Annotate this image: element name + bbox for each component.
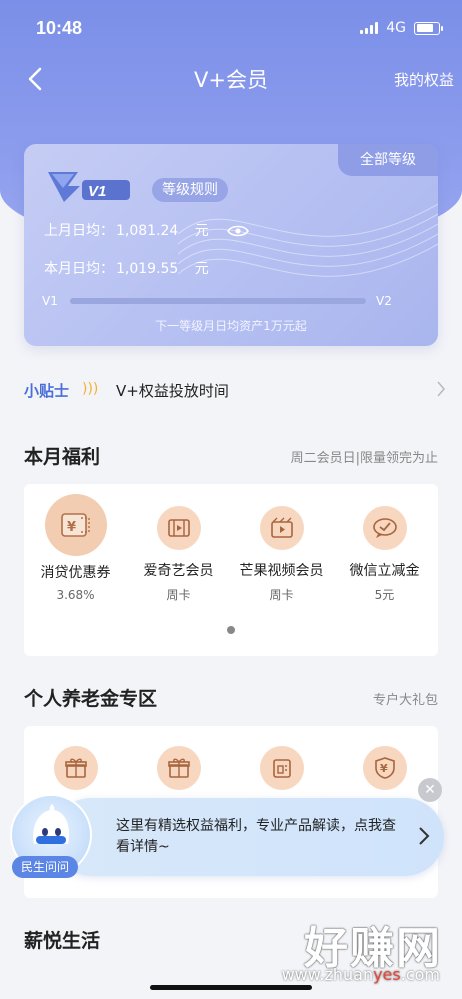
nav-bar: V+会员 我的权益 [0,56,462,104]
status-bar: 10:48 4G [0,0,462,56]
level-progress-bar [70,298,366,304]
v1-level-logo: V1 [48,172,130,202]
sound-wave-icon: ))) [82,381,99,397]
last-month-label: 上月日均： [44,223,114,239]
last-month-unit: 元 [194,223,209,239]
level-rules-button[interactable]: 等级规则 [152,178,228,202]
salary-section-title: 薪悦生活 [24,930,101,952]
watermark-url: www.zhuanyes.com [281,965,440,984]
benefit-item-iqiyi[interactable]: 爱奇艺会员 周卡 [127,506,230,603]
last-month-value: 1,081.24 [116,223,179,239]
battery-icon [414,21,443,35]
eye-icon[interactable] [227,224,250,238]
tips-row[interactable]: 小贴士 ))) V+权益投放时间 [0,366,462,414]
benefit-item-wechat[interactable]: 微信立减金 5元 [333,506,436,603]
pagination-dot [227,626,235,634]
benefit-name: 微信立减金 [349,563,420,579]
benefit-item-consumer-loan[interactable]: ¥ 消贷优惠券 3.68% [24,494,127,602]
video-icon [259,506,304,550]
film-icon [156,506,201,550]
monthly-benefits-title: 本月福利 [24,446,101,468]
coupon-icon: ¥ [44,494,107,556]
this-month-label: 本月日均： [44,261,114,277]
signal-icon [360,22,379,34]
benefit-name: 消贷优惠券 [40,565,111,581]
progress-to-label: V2 [376,294,392,308]
tips-label: 小贴士 [24,382,70,400]
home-indicator[interactable] [150,985,312,990]
chevron-right-icon [437,381,446,397]
avatar-label: 民生问问 [12,856,78,878]
svg-text:¥: ¥ [380,762,388,775]
benefit-name: 爱奇艺会员 [143,563,214,579]
assistant-popup[interactable]: 这里有精选权益福利，专业产品解读，点我查看详情~ [52,798,444,876]
gift-icon[interactable] [54,746,98,790]
this-month-unit: 元 [194,261,209,277]
last-month-row: 上月日均： 1,081.24 元 [44,220,250,240]
svg-text:¥: ¥ [67,520,76,535]
monthly-benefits-panel: ¥ 消贷优惠券 3.68% 爱奇艺会员 周卡 芒果视频会员 周卡 微信立减金 5… [24,484,438,656]
all-levels-tag[interactable]: 全部等级 [338,144,438,176]
benefit-sub: 周卡 [166,588,191,602]
network-label: 4G [386,20,406,36]
close-popup-button[interactable]: ✕ [418,778,442,802]
chevron-right-icon [419,827,430,845]
benefit-sub: 周卡 [269,588,294,602]
level-badge-text: V1 [88,183,106,200]
yuan-shield-icon[interactable]: ¥ [363,746,407,790]
this-month-value: 1,019.55 [116,261,179,277]
monthly-benefits-subtitle: 周二会员日|限量领完为止 [290,451,438,466]
page-title: V+会员 [194,68,268,92]
pension-section-title: 个人养老金专区 [24,688,158,710]
benefit-name: 芒果视频会员 [239,563,324,579]
status-time: 10:48 [36,18,83,38]
wechat-icon [362,506,407,550]
my-benefits-link[interactable]: 我的权益 [394,69,454,90]
benefit-sub: 3.68% [56,588,95,602]
pension-section-subtitle[interactable]: 专户大礼包 [373,689,438,708]
progress-hint: 下一等级月日均资产1万元起 [155,319,307,333]
popup-text: 这里有精选权益福利，专业产品解读，点我查看详情~ [116,818,396,855]
this-month-row: 本月日均： 1,019.55 元 [44,258,209,278]
tips-text: V+权益投放时间 [116,382,229,400]
benefit-item-mango[interactable]: 芒果视频会员 周卡 [230,506,333,603]
calendar-icon[interactable] [260,746,304,790]
progress-from-label: V1 [42,294,58,308]
benefit-sub: 5元 [374,588,395,602]
gift-icon[interactable] [157,746,201,790]
status-indicators: 4G [360,20,443,36]
member-level-card: 全部等级 V1 等级规则 上月日均： 1,081.24 元 本月日均： 1,019.… [24,144,438,346]
